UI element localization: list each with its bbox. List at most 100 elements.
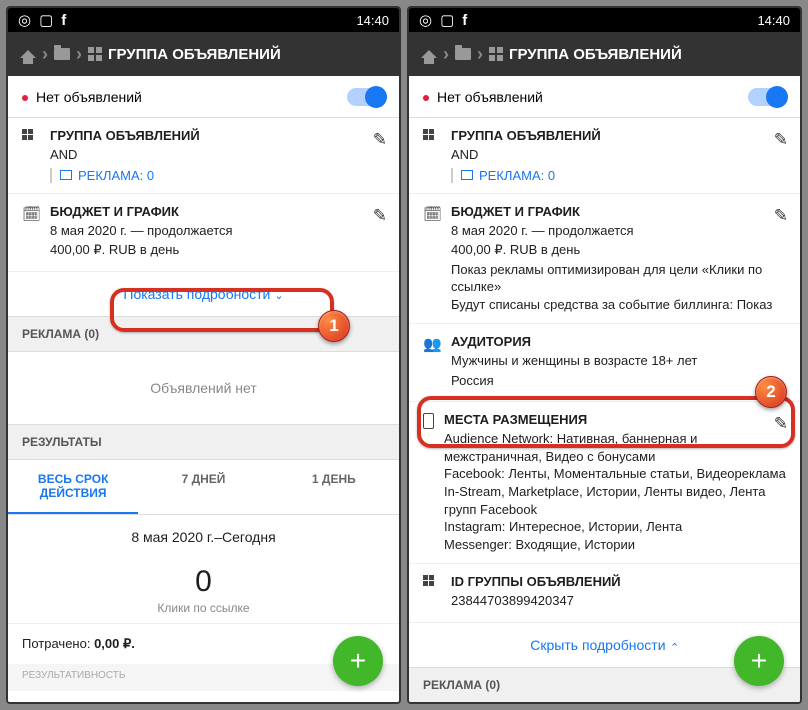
placements-card: ✎ МЕСТА РАЗМЕЩЕНИЯ Audience Network: Нат… xyxy=(409,402,800,564)
results-body: 8 мая 2020 г.–Сегодня 0 Клики по ссылке xyxy=(8,515,399,623)
device-icon xyxy=(423,413,434,429)
status-icons: ◎ ▢ f xyxy=(419,11,467,29)
callout-2-badge: 2 xyxy=(755,376,787,408)
edit-button[interactable]: ✎ xyxy=(774,130,788,150)
grid-icon[interactable] xyxy=(88,47,102,61)
breadcrumb: › › ГРУППА ОБЪЯВЛЕНИЙ xyxy=(8,32,399,76)
edit-button[interactable]: ✎ xyxy=(774,414,788,434)
calendar-icon: 🗓 xyxy=(423,205,441,223)
tab-lifetime[interactable]: ВЕСЬ СРОК ДЕЙСТВИЯ xyxy=(8,460,138,514)
placements-an: Audience Network: Нативная, баннерная и … xyxy=(444,430,786,465)
chevron-right-icon: › xyxy=(42,44,48,65)
clock: 14:40 xyxy=(356,13,389,28)
content: ✎ ГРУППА ОБЪЯВЛЕНИЙ AND РЕКЛАМА: 0 ✎ 🗓 Б xyxy=(409,118,800,702)
chevron-right-icon: › xyxy=(76,44,82,65)
facebook-icon: f xyxy=(61,12,66,29)
chrome-icon: ◎ xyxy=(18,11,31,29)
budget-title: БЮДЖЕТ И ГРАФИК xyxy=(50,204,385,219)
breadcrumb-title: ГРУППА ОБЪЯВЛЕНИЙ xyxy=(108,46,281,63)
fab-add-button[interactable]: + xyxy=(333,636,383,686)
phone-left: ◎ ▢ f 14:40 › › ГРУППА ОБЪЯВЛЕНИЙ Нет об… xyxy=(6,6,401,704)
home-icon[interactable] xyxy=(20,50,36,58)
edit-button[interactable]: ✎ xyxy=(373,130,387,150)
active-toggle[interactable] xyxy=(748,88,786,106)
status-bar: ◎ ▢ f 14:40 xyxy=(8,8,399,32)
budget-billing: Будут списаны средства за событие биллин… xyxy=(451,296,786,314)
audience-demo: Мужчины и женщины в возрасте 18+ лет xyxy=(451,352,786,370)
breadcrumb: › › ГРУППА ОБЪЯВЛЕНИЙ xyxy=(409,32,800,76)
tab-1day[interactable]: 1 ДЕНЬ xyxy=(269,460,399,514)
adset-title: ГРУППА ОБЪЯВЛЕНИЙ xyxy=(50,128,385,143)
placements-fb: Facebook: Ленты, Моментальные статьи, Ви… xyxy=(444,465,786,518)
top-bar: Нет объявлений xyxy=(8,76,399,118)
chevron-up-icon: ⌄ xyxy=(670,640,679,653)
ads-empty-text: Объявлений нет xyxy=(8,352,399,424)
budget-title: БЮДЖЕТ И ГРАФИК xyxy=(451,204,786,219)
instagram-icon: ▢ xyxy=(440,11,454,29)
adset-id-icon xyxy=(423,575,441,586)
audience-title: АУДИТОРИЯ xyxy=(451,334,786,349)
ad-icon xyxy=(60,170,72,180)
fab-add-button[interactable]: + xyxy=(734,636,784,686)
status-icons: ◎ ▢ f xyxy=(18,11,66,29)
ad-count-label: РЕКЛАМА: 0 xyxy=(479,168,555,183)
home-icon[interactable] xyxy=(421,50,437,58)
phone-right: ◎ ▢ f 14:40 › › ГРУППА ОБЪЯВЛЕНИЙ Нет об… xyxy=(407,6,802,704)
adset-name: AND xyxy=(451,146,786,164)
ad-count-link[interactable]: РЕКЛАМА: 0 xyxy=(50,168,385,183)
budget-card: ✎ 🗓 БЮДЖЕТ И ГРАФИК 8 мая 2020 г. — прод… xyxy=(409,194,800,325)
status-bar: ◎ ▢ f 14:40 xyxy=(409,8,800,32)
date-range: 8 мая 2020 г.–Сегодня xyxy=(8,529,399,545)
adset-icon xyxy=(22,129,40,140)
placements-ig: Instagram: Интересное, Истории, Лента xyxy=(444,518,786,536)
placements-msg: Messenger: Входящие, Истории xyxy=(444,536,786,554)
status-text: Нет объявлений xyxy=(437,89,543,105)
adset-title: ГРУППА ОБЪЯВЛЕНИЙ xyxy=(451,128,786,143)
chrome-icon: ◎ xyxy=(419,11,432,29)
grid-icon[interactable] xyxy=(489,47,503,61)
audience-icon: 👥 xyxy=(423,335,441,353)
status-dot-icon xyxy=(423,95,429,101)
folder-icon[interactable] xyxy=(455,48,471,60)
active-toggle[interactable] xyxy=(347,88,385,106)
adset-icon xyxy=(423,129,441,140)
edit-button[interactable]: ✎ xyxy=(774,206,788,226)
results-header: РЕЗУЛЬТАТЫ xyxy=(8,424,399,460)
ad-icon xyxy=(461,170,473,180)
audience-card: 👥 АУДИТОРИЯ Мужчины и женщины в возрасте… xyxy=(409,324,800,402)
budget-amount: 400,00 ₽. RUB в день xyxy=(50,241,385,259)
id-value: 23844703899420347 xyxy=(451,592,786,610)
spent-label: Потрачено: xyxy=(22,636,90,651)
budget-amount: 400,00 ₽. RUB в день xyxy=(451,241,786,259)
budget-schedule: 8 мая 2020 г. — продолжается xyxy=(451,222,786,240)
show-details-label: Показать подробности xyxy=(123,286,270,302)
calendar-icon: 🗓 xyxy=(22,205,40,223)
budget-card: ✎ 🗓 БЮДЖЕТ И ГРАФИК 8 мая 2020 г. — прод… xyxy=(8,194,399,272)
ad-count-link[interactable]: РЕКЛАМА: 0 xyxy=(451,168,786,183)
hide-details-label: Скрыть подробности xyxy=(530,637,665,653)
adset-name: AND xyxy=(50,146,385,164)
budget-schedule: 8 мая 2020 г. — продолжается xyxy=(50,222,385,240)
instagram-icon: ▢ xyxy=(39,11,53,29)
results-tabs: ВЕСЬ СРОК ДЕЙСТВИЯ 7 ДНЕЙ 1 ДЕНЬ xyxy=(8,460,399,515)
id-title: ID ГРУППЫ ОБЪЯВЛЕНИЙ xyxy=(451,574,786,589)
tab-7days[interactable]: 7 ДНЕЙ xyxy=(138,460,268,514)
budget-optimization: Показ рекламы оптимизирован для цели «Кл… xyxy=(451,261,786,296)
ad-count-label: РЕКЛАМА: 0 xyxy=(78,168,154,183)
edit-button[interactable]: ✎ xyxy=(373,206,387,226)
id-card: ID ГРУППЫ ОБЪЯВЛЕНИЙ 23844703899420347 xyxy=(409,564,800,623)
result-value: 0 xyxy=(8,565,399,599)
spent-value: 0,00 ₽. xyxy=(94,636,135,651)
top-bar: Нет объявлений xyxy=(409,76,800,118)
audience-geo: Россия xyxy=(451,372,786,390)
status-dot-icon xyxy=(22,95,28,101)
placements-title: МЕСТА РАЗМЕЩЕНИЯ xyxy=(444,412,786,427)
adset-card: ✎ ГРУППА ОБЪЯВЛЕНИЙ AND РЕКЛАМА: 0 xyxy=(8,118,399,194)
breadcrumb-title: ГРУППА ОБЪЯВЛЕНИЙ xyxy=(509,46,682,63)
chevron-right-icon: › xyxy=(477,44,483,65)
show-details-button[interactable]: Показать подробности⌄ xyxy=(8,272,399,316)
status-text: Нет объявлений xyxy=(36,89,142,105)
folder-icon[interactable] xyxy=(54,48,70,60)
content: ✎ ГРУППА ОБЪЯВЛЕНИЙ AND РЕКЛАМА: 0 ✎ 🗓 Б xyxy=(8,118,399,702)
result-metric: Клики по ссылке xyxy=(8,601,399,615)
